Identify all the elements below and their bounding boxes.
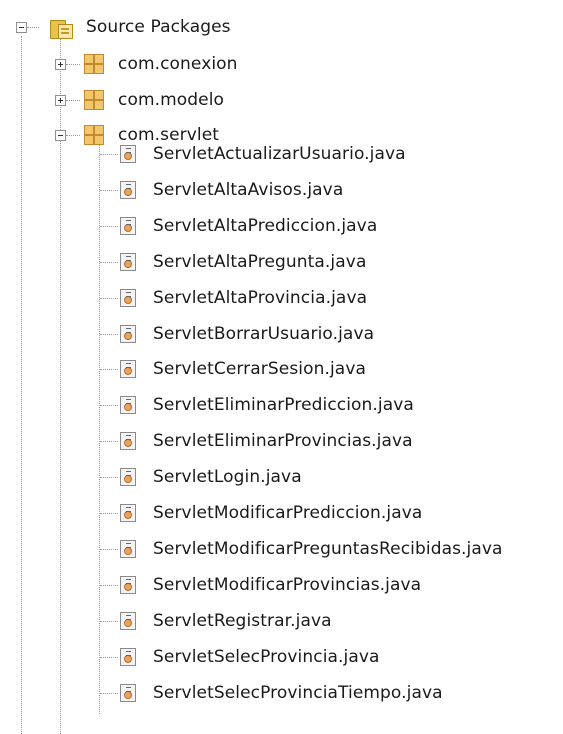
tree-node-com-conexion[interactable]: com.conexion (84, 47, 238, 81)
tree-connector (100, 585, 118, 586)
tree-node-java-file[interactable]: ServletRegistrar.java (120, 604, 332, 638)
project-tree: Source Packages com.conexion com.modelo … (0, 0, 563, 734)
tree-node-label: ServletLogin.java (153, 467, 302, 487)
tree-connector (100, 190, 118, 191)
java-file-icon (120, 325, 136, 343)
tree-node-label: ServletModificarPrediccion.java (153, 503, 423, 523)
tree-node-java-file[interactable]: ServletAltaProvincia.java (120, 281, 367, 315)
tree-node-java-file[interactable]: ServletModificarProvincias.java (120, 568, 421, 602)
java-file-icon (120, 432, 136, 450)
tree-connector (100, 226, 118, 227)
tree-node-java-file[interactable]: ServletModificarPrediccion.java (120, 496, 422, 530)
tree-node-java-file[interactable]: ServletAltaPregunta.java (120, 245, 366, 279)
java-file-icon (120, 684, 136, 702)
expand-toggle-com-modelo[interactable] (55, 95, 66, 106)
java-file-icon (120, 360, 136, 378)
java-file-icon (120, 253, 136, 271)
tree-node-label: com.modelo (118, 90, 225, 110)
tree-node-label: com.conexion (118, 54, 238, 74)
tree-node-label: ServletSelecProvincia.java (153, 647, 380, 667)
tree-node-label: ServletActualizarUsuario.java (153, 144, 406, 164)
collapse-toggle-com-servlet[interactable] (55, 130, 66, 141)
tree-node-label: ServletBorrarUsuario.java (153, 324, 375, 344)
tree-node-source-packages[interactable]: Source Packages (50, 10, 231, 44)
tree-node-java-file[interactable]: ServletSelecProvincia.java (120, 640, 380, 674)
tree-connector (100, 621, 118, 622)
tree-connector (100, 369, 118, 370)
tree-connector (66, 135, 80, 136)
tree-node-label: ServletCerrarSesion.java (153, 359, 366, 379)
tree-node-java-file[interactable]: ServletLogin.java (120, 460, 302, 494)
tree-node-java-file[interactable]: ServletEliminarPrediccion.java (120, 388, 414, 422)
tree-node-java-file[interactable]: ServletCerrarSesion.java (120, 352, 366, 386)
tree-node-label: ServletRegistrar.java (153, 611, 332, 631)
tree-connector (100, 298, 118, 299)
tree-connector (100, 549, 118, 550)
tree-node-label: ServletAltaAvisos.java (153, 180, 344, 200)
java-file-icon (120, 504, 136, 522)
tree-connector (27, 27, 39, 28)
java-file-icon (120, 648, 136, 666)
tree-node-label: ServletModificarPreguntasRecibidas.java (153, 539, 503, 559)
tree-node-label: ServletEliminarPrediccion.java (153, 395, 414, 415)
tree-connector (100, 693, 118, 694)
java-file-icon (120, 289, 136, 307)
tree-node-label: ServletSelecProvinciaTiempo.java (153, 683, 443, 703)
java-file-icon (120, 468, 136, 486)
tree-node-java-file[interactable]: ServletAltaAvisos.java (120, 173, 343, 207)
tree-node-java-file[interactable]: ServletBorrarUsuario.java (120, 317, 374, 351)
java-file-icon (120, 576, 136, 594)
tree-connector (100, 405, 118, 406)
java-file-icon (120, 612, 136, 630)
tree-node-java-file[interactable]: ServletActualizarUsuario.java (120, 137, 406, 171)
tree-node-label: ServletAltaPrediccion.java (153, 216, 378, 236)
tree-guide-servlet (99, 143, 100, 714)
package-icon (84, 90, 104, 110)
tree-connector (100, 334, 118, 335)
java-file-icon (120, 145, 136, 163)
tree-node-com-modelo[interactable]: com.modelo (84, 83, 224, 117)
source-packages-icon (50, 16, 73, 39)
tree-node-label: ServletAltaPregunta.java (153, 252, 367, 272)
tree-node-java-file[interactable]: ServletModificarPreguntasRecibidas.java (120, 532, 503, 566)
java-file-icon (120, 181, 136, 199)
collapse-toggle-source-packages[interactable] (16, 22, 27, 33)
tree-connector (100, 441, 118, 442)
tree-node-label: ServletAltaProvincia.java (153, 288, 368, 308)
tree-connector (100, 477, 118, 478)
tree-node-label: ServletEliminarProvincias.java (153, 431, 413, 451)
tree-node-java-file[interactable]: ServletSelecProvinciaTiempo.java (120, 676, 443, 710)
package-icon (84, 54, 104, 74)
java-file-icon (120, 217, 136, 235)
package-icon (84, 125, 104, 145)
tree-connector (100, 154, 118, 155)
tree-guide-root (21, 36, 22, 734)
java-file-icon (120, 540, 136, 558)
expand-toggle-com-conexion[interactable] (55, 59, 66, 70)
tree-node-label: Source Packages (86, 17, 231, 37)
tree-connector (100, 262, 118, 263)
tree-connector (100, 657, 118, 658)
tree-node-java-file[interactable]: ServletAltaPrediccion.java (120, 209, 377, 243)
tree-node-java-file[interactable]: ServletEliminarProvincias.java (120, 424, 413, 458)
tree-connector (66, 64, 80, 65)
java-file-icon (120, 396, 136, 414)
tree-node-label: ServletModificarProvincias.java (153, 575, 422, 595)
tree-connector (100, 513, 118, 514)
tree-connector (66, 100, 80, 101)
